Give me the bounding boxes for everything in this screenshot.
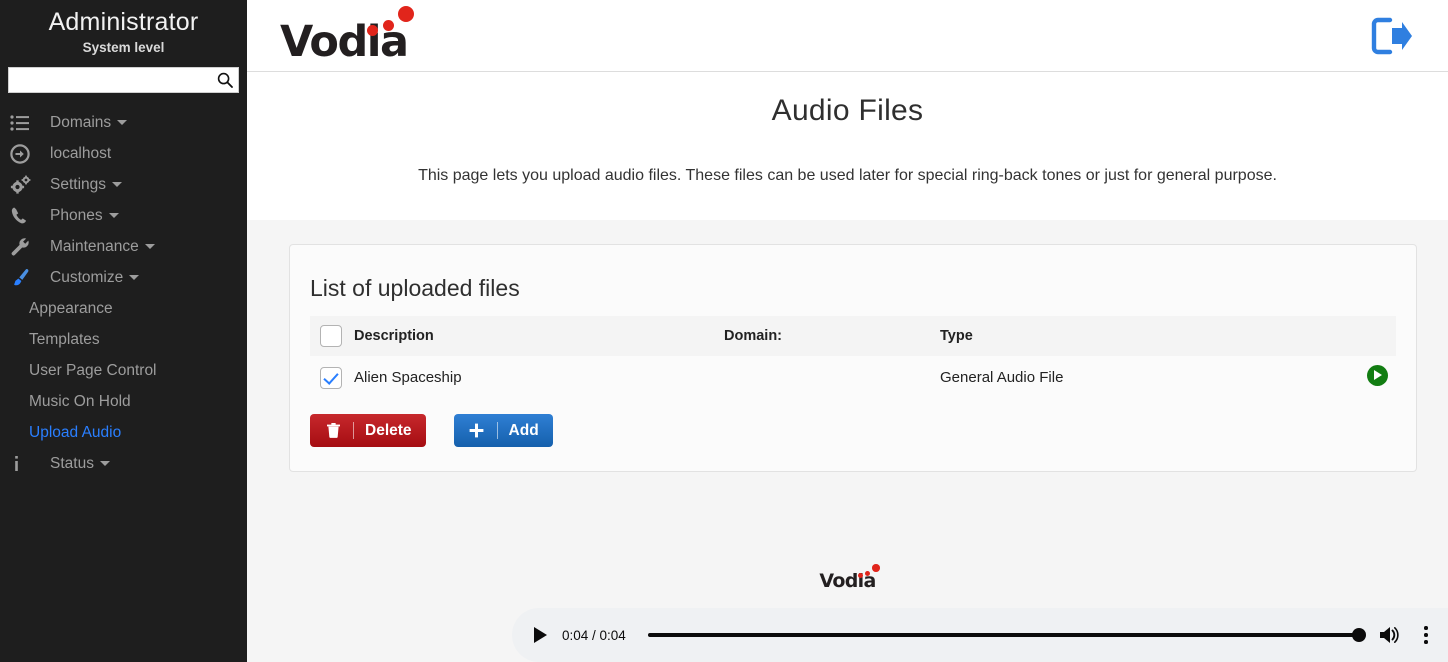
kebab-menu-icon[interactable] [1424,626,1434,644]
top-bar: Vodia [247,0,1448,72]
chevron-down-icon [145,244,155,249]
search-box[interactable] [8,67,239,93]
row-play-cell [1336,356,1396,399]
files-table: Description Domain: Type Alien Spaceship [310,316,1396,399]
select-all-checkbox[interactable] [320,325,342,347]
sidebar-item-label: Settings [38,176,106,194]
row-checkbox[interactable] [320,367,342,389]
sidebar-item-appearance[interactable]: Appearance [0,293,247,324]
sidebar: Administrator System level [0,0,247,662]
brush-icon [10,268,38,288]
files-table-head: Description Domain: Type [310,316,1396,356]
volume-icon[interactable] [1378,624,1402,646]
sidebar-item-upload-audio[interactable]: Upload Audio [0,417,247,448]
card-actions: Delete Add [310,414,1396,447]
content-area: List of uploaded files Description Domai… [247,220,1448,662]
wrench-icon [10,237,38,257]
row-type: General Audio File [940,356,1336,399]
chevron-down-icon [109,213,119,218]
search-input[interactable] [9,68,238,92]
select-all-header [310,316,354,356]
sidebar-item-maintenance[interactable]: Maintenance [0,231,247,262]
sidebar-subitem-label: User Page Control [29,362,157,380]
sidebar-subitem-label: Templates [29,331,100,349]
info-icon [10,455,38,473]
chevron-down-icon [117,120,127,125]
add-button-label: Add [509,422,539,440]
sidebar-item-localhost[interactable]: localhost [0,138,247,169]
audio-progress-knob[interactable] [1352,628,1366,642]
page-header: Audio Files This page lets you upload au… [247,72,1448,220]
search-icon [217,72,233,93]
column-header-actions [1336,316,1396,356]
delete-button-label: Delete [365,422,412,440]
sidebar-item-settings[interactable]: Settings [0,169,247,200]
footer-logo: Vodia [247,565,1448,591]
app-root: Administrator System level [0,0,1448,662]
gears-icon [10,175,38,195]
page-description: This page lets you upload audio files. T… [247,167,1448,185]
column-header-type: Type [940,316,1336,356]
button-divider [353,422,354,439]
row-description: Alien Spaceship [354,356,724,399]
sidebar-subitem-label: Appearance [29,300,113,318]
uploaded-files-card: List of uploaded files Description Domai… [289,244,1417,472]
add-button[interactable]: Add [454,414,553,447]
logout-icon [1370,16,1414,56]
delete-button[interactable]: Delete [310,414,426,447]
footer-brand-logo: Vodia [819,565,875,591]
sidebar-item-label: Phones [38,207,103,225]
sidebar-subitem-label: Upload Audio [29,424,121,442]
column-header-description: Description [354,316,724,356]
brand-logo: Vodia [280,8,408,64]
sidebar-item-templates[interactable]: Templates [0,324,247,355]
sidebar-subitem-label: Music On Hold [29,393,131,411]
table-header-row: Description Domain: Type [310,316,1396,356]
table-row: Alien Spaceship General Audio File [310,356,1396,399]
sidebar-item-phones[interactable]: Phones [0,200,247,231]
page-title: Audio Files [247,94,1448,128]
sidebar-item-label: Customize [38,269,123,287]
button-divider [497,422,498,439]
sidebar-item-label: Domains [38,114,111,132]
sidebar-item-domains[interactable]: Domains [0,107,247,138]
files-table-body: Alien Spaceship General Audio File [310,356,1396,399]
phone-icon [10,206,38,225]
sidebar-item-label: localhost [38,145,111,163]
sidebar-item-music-on-hold[interactable]: Music On Hold [0,386,247,417]
audio-time-display: 0:04 / 0:04 [562,628,626,643]
arrow-circle-right-icon [10,144,38,164]
footer-brand-logo-dots [857,564,881,580]
row-select-cell [310,356,354,399]
sidebar-title: Administrator [0,0,247,37]
audio-progress-bar[interactable] [648,633,1361,637]
play-circle-icon[interactable] [1367,365,1388,386]
logout-button[interactable] [1370,16,1428,56]
sidebar-item-label: Maintenance [38,238,139,256]
sidebar-subtitle: System level [0,37,247,55]
row-domain [724,356,940,399]
sidebar-search-wrap [0,55,247,93]
play-icon[interactable] [534,627,547,643]
plus-icon [468,423,486,438]
audio-player[interactable]: 0:04 / 0:04 [512,608,1448,662]
sidebar-item-customize[interactable]: Customize [0,262,247,293]
column-header-domain: Domain: [724,316,940,356]
chevron-down-icon [129,275,139,280]
sidebar-item-label: Status [38,455,94,473]
trash-icon [324,423,342,438]
chevron-down-icon [112,182,122,187]
list-icon [10,115,38,131]
main-content: Vodia Audio Files This page lets you upl… [247,0,1448,662]
brand-logo-dots [366,6,416,40]
sidebar-menu: Domains localhost [0,107,247,479]
sidebar-item-user-page-control[interactable]: User Page Control [0,355,247,386]
card-title: List of uploaded files [310,275,1396,302]
chevron-down-icon [100,461,110,466]
sidebar-item-status[interactable]: Status [0,448,247,479]
